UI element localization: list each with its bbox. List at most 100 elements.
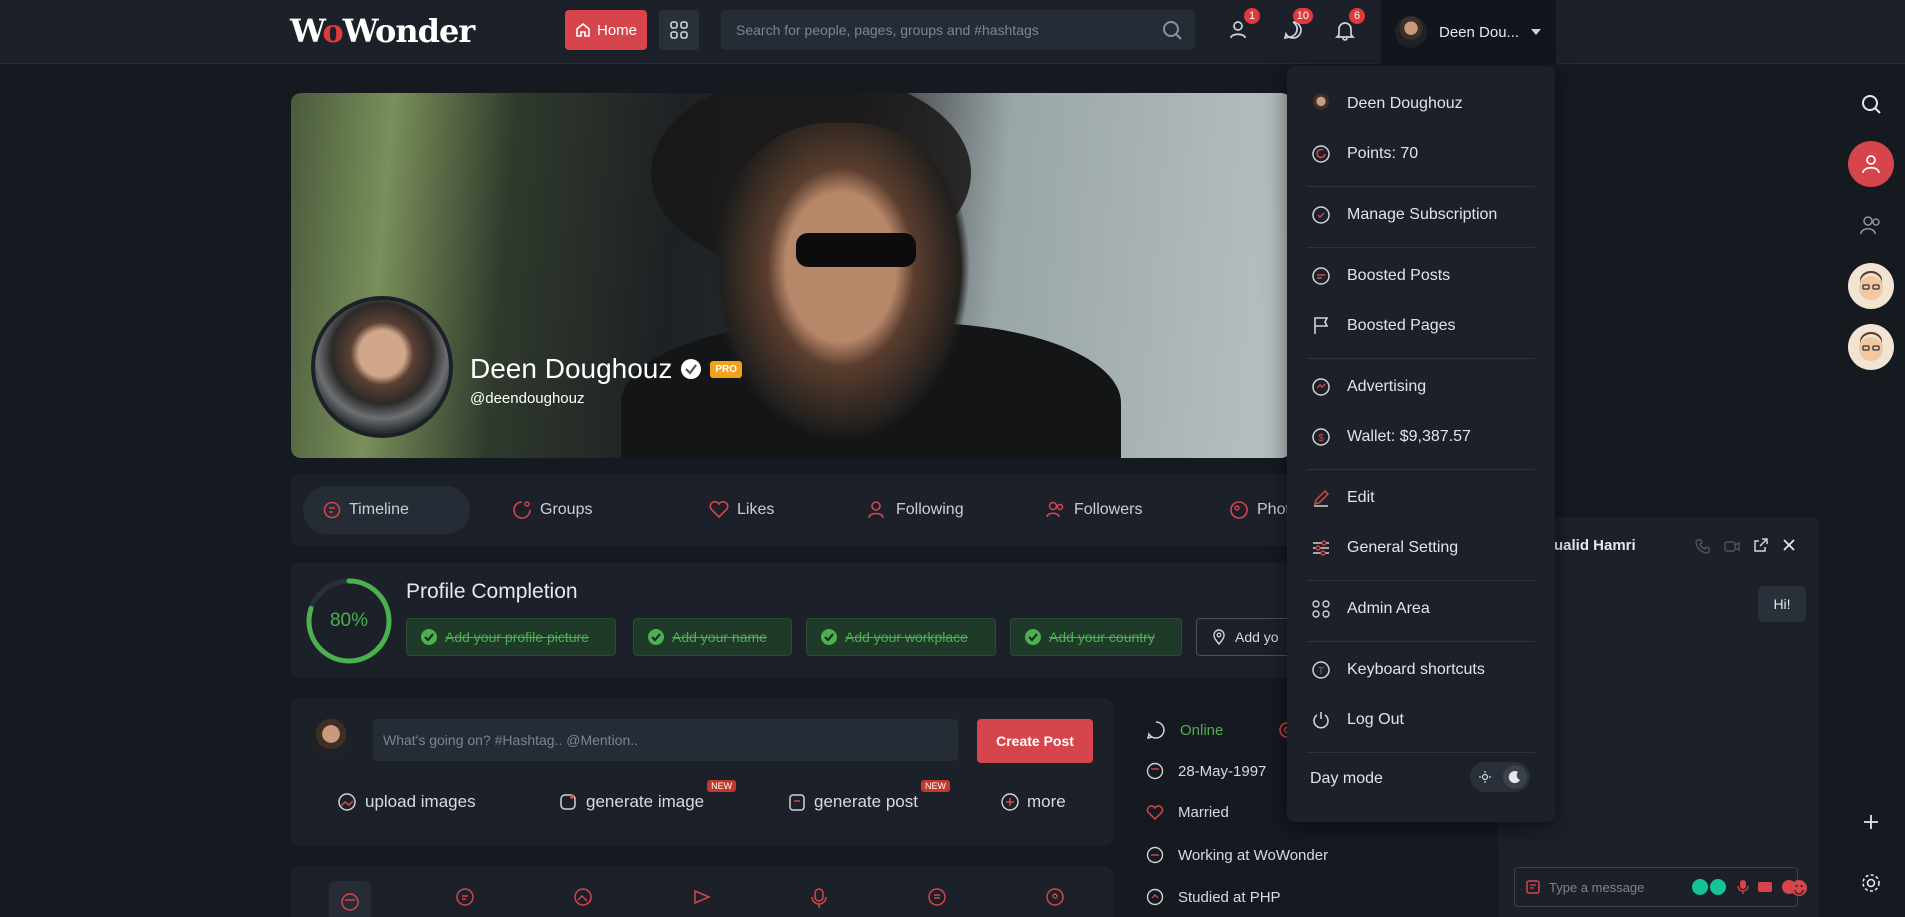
menu-item-points[interactable]: Points: 70: [1310, 143, 1418, 165]
menu-separator: [1307, 641, 1535, 642]
verified-icon: [681, 359, 702, 379]
video-call-icon[interactable]: [1724, 539, 1740, 553]
close-icon[interactable]: [1782, 538, 1796, 552]
menu-item-admin-area[interactable]: Admin Area: [1310, 598, 1430, 620]
friend-requests-button[interactable]: 1: [1222, 8, 1260, 48]
moon-icon: [1508, 771, 1520, 784]
tab-groups[interactable]: Groups: [492, 486, 612, 534]
graduation-icon: [1146, 888, 1164, 906]
chip-profile-picture[interactable]: Add your profile picture: [406, 618, 616, 656]
menu-label: Admin Area: [1347, 600, 1430, 617]
chip-country[interactable]: Add your country: [1010, 618, 1182, 656]
svg-text:T: T: [1318, 666, 1324, 677]
chip-name[interactable]: Add your name: [633, 618, 792, 656]
text-post-icon[interactable]: [455, 887, 475, 907]
menu-separator: [1307, 469, 1535, 470]
photo-post-icon[interactable]: [573, 887, 593, 907]
menu-item-profile[interactable]: Deen Doughouz: [1310, 93, 1463, 115]
menu-label: Points: 70: [1347, 145, 1419, 162]
menu-item-wallet[interactable]: $ Wallet: $9,387.57: [1310, 426, 1471, 448]
create-post-button[interactable]: Create Post: [977, 719, 1093, 763]
subscription-icon: [1312, 206, 1330, 224]
flag-icon: [1314, 317, 1329, 334]
chat-contact-name[interactable]: ualid Hamri: [1554, 537, 1636, 554]
points-icon: [1312, 145, 1330, 163]
menu-item-manage-subscription[interactable]: Manage Subscription: [1310, 204, 1497, 226]
home-button[interactable]: Home: [565, 10, 647, 50]
location-pin-icon: [1213, 629, 1225, 645]
timeline-icon: [323, 501, 341, 519]
rail-contacts-button[interactable]: [1848, 141, 1894, 187]
menu-label: Manage Subscription: [1347, 206, 1498, 223]
microphone-icon[interactable]: [810, 887, 828, 909]
svg-text:$: $: [1318, 433, 1324, 444]
chip-add-address[interactable]: Add yo: [1196, 618, 1291, 656]
rail-new-chat-button[interactable]: [1848, 799, 1894, 845]
emoji-icon[interactable]: [1790, 879, 1808, 897]
wowonder-logo[interactable]: WoWonder: [290, 12, 475, 50]
heart-icon: [1146, 804, 1164, 820]
info-study: Studied at PHP: [1146, 888, 1281, 906]
groups-icon: [513, 501, 531, 519]
new-badge: NEW: [920, 780, 950, 792]
microphone-icon[interactable]: [1737, 879, 1749, 895]
menu-item-boosted-posts[interactable]: Boosted Posts: [1310, 265, 1450, 287]
rail-search-button[interactable]: [1848, 81, 1894, 127]
video-post-icon[interactable]: [691, 887, 713, 907]
chip-label: Add your country: [1049, 629, 1155, 645]
open-external-icon[interactable]: [1753, 537, 1769, 553]
sticker-icon[interactable]: [1525, 879, 1541, 895]
profile-completion: 80% Profile Completion Add your profile …: [291, 563, 1291, 678]
profile-picture[interactable]: [311, 296, 453, 438]
menu-separator: [1307, 186, 1535, 187]
rail-contact-avatar-2[interactable]: [1848, 324, 1894, 370]
user-menu-toggle[interactable]: Deen Dou...: [1381, 0, 1556, 64]
heart-icon: [709, 501, 729, 519]
day-mode-toggle[interactable]: [1470, 762, 1530, 792]
relationship-label: Married: [1178, 804, 1229, 821]
menu-item-advertising[interactable]: Advertising: [1310, 376, 1426, 398]
menu-item-general-setting[interactable]: General Setting: [1310, 537, 1458, 559]
location-post-icon[interactable]: [1045, 887, 1065, 907]
rail-groups-button[interactable]: [1848, 202, 1894, 248]
menu-item-keyboard-shortcuts[interactable]: T Keyboard shortcuts: [1310, 659, 1485, 681]
more-actions-button[interactable]: more: [1001, 792, 1066, 812]
generate-image-button[interactable]: generate image NEW: [558, 780, 737, 812]
tab-timeline[interactable]: Timeline: [303, 486, 470, 534]
profile-info: Online 28-May-1997 Married Working at Wo…: [1130, 698, 1328, 917]
phone-icon[interactable]: [1695, 538, 1711, 554]
search-input[interactable]: [721, 10, 1195, 50]
chip-label: Add your profile picture: [445, 629, 589, 645]
tab-likes[interactable]: Likes: [689, 486, 794, 534]
menu-item-edit[interactable]: Edit: [1310, 487, 1375, 509]
notifications-button[interactable]: 6: [1327, 8, 1365, 48]
image-icon: [338, 793, 356, 811]
post-type-strip: [291, 866, 1113, 917]
info-online: Online: [1146, 720, 1297, 740]
post-input[interactable]: What's going on? #Hashtag.. @Mention..: [373, 719, 958, 761]
upload-images-button[interactable]: upload images: [337, 792, 476, 812]
chat-message-input[interactable]: Type a message: [1514, 867, 1798, 907]
profile-handle: @deendoughouz: [470, 390, 585, 407]
home-icon: [576, 22, 590, 37]
messages-button[interactable]: 10: [1275, 8, 1313, 48]
menu-separator: [1307, 580, 1535, 581]
tab-followers[interactable]: Followers: [1026, 486, 1162, 534]
rail-settings-button[interactable]: [1848, 860, 1894, 906]
tab-following[interactable]: Following: [848, 486, 984, 534]
file-post-icon[interactable]: [927, 887, 947, 907]
chip-workplace[interactable]: Add your workplace: [806, 618, 996, 656]
plus-icon: [1864, 815, 1878, 829]
menu-item-log-out[interactable]: Log Out: [1310, 709, 1404, 731]
rail-contact-avatar-1[interactable]: [1848, 263, 1894, 309]
study-label: Studied at PHP: [1178, 888, 1281, 906]
generate-post-button[interactable]: generate post NEW: [788, 780, 950, 812]
user-avatar: [1395, 16, 1427, 48]
plus-circle-icon: [1001, 793, 1019, 811]
apps-button[interactable]: [659, 10, 699, 50]
search-icon[interactable]: [1161, 19, 1183, 41]
menu-item-boosted-pages[interactable]: Boosted Pages: [1310, 315, 1456, 337]
gif-icon[interactable]: [1757, 880, 1773, 894]
grammar-icons[interactable]: [1691, 878, 1729, 896]
post-type-all[interactable]: [329, 881, 371, 917]
